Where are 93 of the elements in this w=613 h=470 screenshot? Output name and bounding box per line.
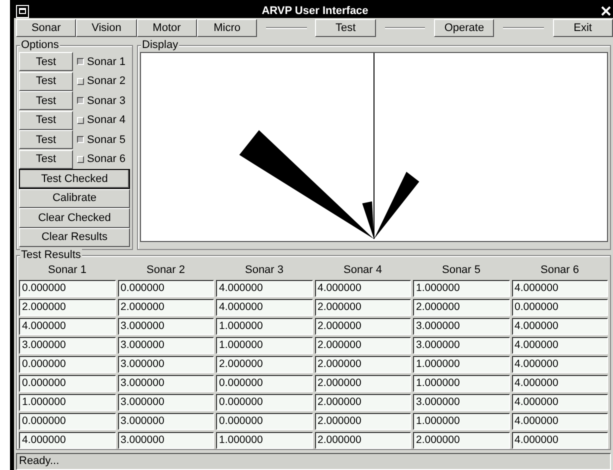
action-button[interactable]: Clear Checked (19, 208, 130, 228)
result-field[interactable]: 0.000000 (19, 280, 116, 297)
result-field[interactable]: 2.000000 (216, 356, 312, 373)
result-field[interactable]: 2.000000 (314, 413, 411, 430)
result-field[interactable]: 4.000000 (512, 413, 608, 430)
checkbox-indicator[interactable] (77, 136, 84, 144)
window-title: ARVP User Interface (260, 5, 370, 17)
test-button[interactable]: Test (19, 150, 73, 168)
test-button[interactable]: Test (19, 52, 73, 71)
result-field[interactable]: 4.000000 (19, 432, 116, 449)
action-button[interactable]: Test Checked (19, 169, 130, 188)
result-field[interactable]: 3.000000 (413, 394, 510, 411)
column-header: Sonar 1 (46, 263, 88, 278)
result-field[interactable]: 2.000000 (314, 375, 411, 392)
result-field[interactable]: 1.000000 (413, 413, 510, 430)
result-field[interactable]: 4.000000 (512, 280, 608, 297)
column-header: Sonar 5 (440, 263, 482, 278)
result-field[interactable]: 3.000000 (413, 337, 510, 354)
result-field[interactable]: 2.000000 (413, 432, 510, 449)
result-field[interactable]: 1.000000 (216, 432, 312, 449)
result-field[interactable]: 2.000000 (314, 299, 411, 316)
column-header: Sonar 4 (342, 263, 384, 278)
result-field[interactable]: 2.000000 (413, 299, 510, 316)
toolbar-button[interactable]: Exit (552, 19, 613, 37)
result-field[interactable]: 3.000000 (118, 375, 214, 392)
toolbar-button[interactable]: Sonar (16, 19, 76, 37)
result-field[interactable]: 3.000000 (413, 318, 510, 335)
sonar-checkbox[interactable]: Sonar 6 (73, 150, 126, 169)
result-field[interactable]: 3.000000 (118, 356, 214, 373)
action-button[interactable]: Calibrate (19, 188, 130, 208)
column-header: Sonar 6 (539, 263, 580, 278)
result-field[interactable]: 2.000000 (314, 432, 411, 449)
test-button[interactable]: Test (19, 72, 73, 90)
toolbar-button[interactable]: Motor (136, 19, 197, 37)
close-icon[interactable] (601, 6, 611, 16)
result-field[interactable]: 0.000000 (19, 356, 116, 373)
column-header: Sonar 3 (244, 263, 285, 278)
result-field[interactable]: 4.000000 (512, 337, 608, 354)
group-title: Options (20, 39, 60, 51)
sonar-checkbox[interactable]: Sonar 1 (73, 52, 126, 72)
result-field[interactable]: 2.000000 (314, 318, 411, 335)
column-header: Sonar 2 (145, 263, 186, 278)
result-field[interactable]: 1.000000 (413, 356, 510, 373)
checkbox-indicator[interactable] (77, 58, 84, 66)
result-field[interactable]: 0.000000 (216, 394, 312, 411)
result-field[interactable]: 2.000000 (118, 299, 214, 316)
result-field[interactable]: 4.000000 (512, 356, 608, 373)
result-field[interactable]: 1.000000 (216, 337, 312, 354)
action-button[interactable]: Clear Results (19, 228, 130, 247)
result-field[interactable]: 2.000000 (19, 299, 116, 316)
result-field[interactable]: 3.000000 (118, 413, 214, 430)
result-field[interactable]: 1.000000 (413, 280, 510, 297)
test-button[interactable]: Test (19, 91, 73, 110)
result-field[interactable]: 4.000000 (216, 299, 312, 316)
result-field[interactable]: 2.000000 (314, 337, 411, 354)
group-title: Display (141, 39, 180, 51)
result-field[interactable]: 0.000000 (512, 299, 608, 316)
result-field[interactable]: 1.000000 (19, 394, 116, 411)
sonar-checkbox[interactable]: Sonar 4 (73, 110, 126, 130)
group-title: Test Results (20, 249, 82, 261)
result-field[interactable]: 1.000000 (216, 318, 312, 335)
sonar-checkbox[interactable]: Sonar 2 (73, 72, 126, 91)
result-field[interactable]: 3.000000 (118, 432, 214, 449)
toolbar-button[interactable]: Test (315, 19, 376, 37)
toolbar-button[interactable]: Micro (196, 19, 258, 37)
result-field[interactable]: 4.000000 (19, 318, 116, 335)
sonar-checkbox[interactable]: Sonar 5 (73, 130, 126, 150)
result-field[interactable]: 0.000000 (19, 375, 116, 392)
result-field[interactable]: 2.000000 (314, 356, 411, 373)
test-button[interactable]: Test (19, 130, 73, 149)
result-field[interactable]: 3.000000 (118, 337, 214, 354)
result-field[interactable]: 4.000000 (512, 432, 608, 449)
result-field[interactable]: 0.000000 (118, 280, 214, 297)
result-field[interactable]: 0.000000 (216, 413, 312, 430)
result-field[interactable]: 1.000000 (413, 375, 510, 392)
result-field[interactable]: 4.000000 (216, 280, 312, 297)
result-field[interactable]: 2.000000 (314, 394, 411, 411)
toolbar-button[interactable]: Vision (76, 19, 137, 37)
test-button[interactable]: Test (19, 110, 73, 130)
checkbox-indicator[interactable] (77, 97, 84, 104)
toolbar-button[interactable]: Operate (434, 19, 494, 37)
status-bar: Ready... (16, 453, 611, 470)
result-field[interactable]: 4.000000 (512, 375, 608, 392)
result-field[interactable]: 3.000000 (118, 394, 214, 411)
result-field[interactable]: 4.000000 (314, 280, 411, 297)
sonar-checkbox[interactable]: Sonar 3 (73, 91, 126, 110)
result-field[interactable]: 0.000000 (19, 413, 116, 430)
result-field[interactable]: 3.000000 (118, 318, 214, 335)
result-field[interactable]: 4.000000 (512, 394, 608, 411)
result-field[interactable]: 3.000000 (19, 337, 116, 354)
result-field[interactable]: 4.000000 (512, 318, 608, 335)
window-menu-icon[interactable] (16, 4, 29, 18)
result-field[interactable]: 0.000000 (216, 375, 312, 392)
